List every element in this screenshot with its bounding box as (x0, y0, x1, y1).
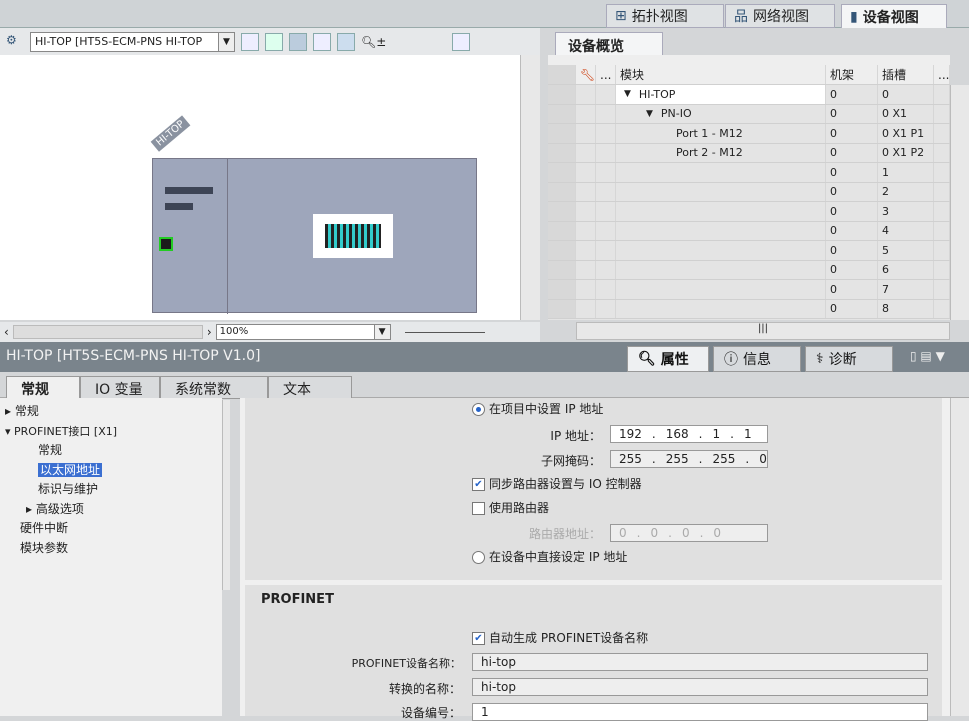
subtab-general[interactable]: 常规 (6, 376, 80, 399)
table-row[interactable]: 01 (548, 163, 950, 183)
expand-icon[interactable]: ▼ (646, 109, 653, 119)
expand-icon[interactable]: ▼ (624, 89, 631, 99)
port-icon[interactable] (159, 237, 173, 251)
table-hscrollbar[interactable]: ||| (576, 322, 950, 340)
table-row[interactable]: 04 (548, 221, 950, 241)
module-name: PN-IO (660, 107, 692, 121)
module-name: Port 1 - M12 (676, 126, 743, 140)
network-icon: 品 (734, 9, 748, 25)
scroll-right-icon[interactable]: › (207, 325, 212, 339)
module-name: HI-TOP (638, 87, 676, 101)
module-image (313, 214, 393, 258)
table-row[interactable]: 06 (548, 260, 950, 280)
info-icon: ⓘ (724, 352, 738, 368)
table-header: 🔧︎... 模块 机架 插槽... (548, 55, 950, 85)
device-canvas[interactable]: HI-TOP (0, 55, 520, 320)
module-name: Port 2 - M12 (676, 146, 743, 160)
radio-set-ip-on-device[interactable]: 在设备中直接设定 IP 地址 (472, 548, 627, 565)
zoom-icon[interactable]: 🔍︎± (361, 35, 386, 49)
device-overview-table: 🔧︎... 模块 机架 插槽... ▼ HI-TOP 0 0 ▼ PN-IO 0 0 X1 Port … (548, 55, 950, 320)
tab-properties[interactable]: 🔍︎ 属性 (627, 346, 709, 372)
table-row[interactable]: ▼ PN-IO 0 0 X1 (548, 104, 950, 124)
show-labels-icon[interactable] (289, 32, 307, 51)
converted-name-field[interactable]: hi-top (472, 678, 928, 696)
scroll-left-icon[interactable]: ‹ (4, 325, 9, 339)
profinet-device-name-field[interactable]: hi-top (472, 653, 928, 671)
profinet-section: PROFINET ✔ 自动生成 PROFINET设备名称 PROFINET设备名称… (245, 585, 942, 721)
filter-icon[interactable]: 🔧︎ (576, 65, 596, 84)
zoom-select[interactable]: 100% ▼ (215, 324, 391, 340)
properties-icon: 🔍︎ (638, 351, 656, 367)
tree-scrollbar[interactable] (222, 400, 230, 590)
tree-item-module-parameters[interactable]: 模块参数 (0, 539, 222, 559)
grid-icon[interactable] (313, 32, 331, 51)
subtab-texts[interactable]: 文本 (268, 376, 352, 399)
tree-item-ethernet-address[interactable]: 以太网地址 (0, 461, 222, 481)
ip-address-field[interactable]: 192. 168. 1. 1 (610, 425, 768, 443)
fit-icon[interactable] (241, 32, 259, 51)
table-icon[interactable] (337, 32, 355, 51)
tab-device-view[interactable]: ▮ 设备视图 (841, 4, 947, 28)
panel-options-icon[interactable]: ▯ ▤ ▼ (910, 349, 945, 363)
table-row[interactable]: 03 (548, 202, 950, 222)
tree-item-general[interactable]: ▸ 常规 (0, 402, 222, 422)
device-rack[interactable] (152, 158, 477, 314)
subnet-mask-field[interactable]: 255. 255. 255. 0 (610, 450, 768, 468)
tree-item-profinet-interface[interactable]: ▾ PROFINET接口 [X1] (0, 422, 222, 442)
device-toolbar: ⚙ HI-TOP [HT5S-ECM-PNS HI-TOP ▼ 🔍︎± (0, 28, 540, 55)
tab-diagnostics[interactable]: ⚕ 诊断 (805, 346, 893, 372)
diagnostics-icon: ⚕ (816, 351, 824, 367)
table-row[interactable]: Port 1 - M12 0 0 X1 P1 (548, 124, 950, 144)
sync-router-checkbox[interactable]: ✔ 同步路由器设置与 IO 控制器 (472, 475, 642, 492)
table-vscrollbar[interactable] (950, 85, 969, 320)
tree-item-hardware-interrupts[interactable]: 硬件中断 (0, 519, 222, 539)
chevron-down-icon[interactable]: ▼ (218, 32, 234, 51)
device-select[interactable]: HI-TOP [HT5S-ECM-PNS HI-TOP ▼ (30, 31, 235, 52)
table-row[interactable]: 08 (548, 299, 950, 319)
auto-name-checkbox[interactable]: ✔ 自动生成 PROFINET设备名称 (472, 629, 648, 646)
ethernet-ip-section: 在项目中设置 IP 地址 IP 地址： 192. 168. 1. 1 子网掩码： 25… (245, 398, 942, 580)
router-address-field[interactable]: 0.0.0.0 (610, 524, 768, 542)
table-row[interactable]: 07 (548, 280, 950, 300)
overview-icon[interactable] (452, 32, 471, 51)
table-row[interactable]: 02 (548, 182, 950, 202)
canvas-hscrollbar[interactable] (12, 325, 203, 339)
device-number-select[interactable]: 1 (472, 703, 928, 721)
table-row[interactable]: Port 2 - M12 0 0 X1 P2 (548, 143, 950, 163)
table-row[interactable]: ▼ HI-TOP 0 0 (548, 85, 950, 105)
subtab-io-tags[interactable]: IO 变量 (80, 376, 160, 399)
tab-info[interactable]: ⓘ 信息 (713, 346, 801, 372)
tree-item-advanced-options[interactable]: ▸ 高级选项 (0, 500, 222, 520)
name-icon[interactable] (265, 32, 283, 51)
subtab-system-constants[interactable]: 系统常数 (160, 376, 268, 399)
tab-topology-view[interactable]: ⊞ 拓扑视图 (606, 4, 724, 28)
property-tree: ▸ 常规 ▾ PROFINET接口 [X1] 常规 以太网地址 标识与维护 ▸ … (0, 398, 222, 716)
add-device-icon[interactable]: ⚙ (6, 33, 24, 51)
tree-item-identification[interactable]: 标识与维护 (0, 480, 222, 500)
content-scrollbar[interactable] (950, 398, 969, 716)
tab-device-overview[interactable]: 设备概览 (555, 32, 663, 56)
table-row[interactable]: 05 (548, 241, 950, 261)
tree-item-interface-general[interactable]: 常规 (0, 441, 222, 461)
zoom-slider[interactable] (404, 331, 485, 333)
tab-network-view[interactable]: 品网络视图 (725, 4, 835, 28)
use-router-checkbox[interactable]: 使用路由器 (472, 499, 549, 516)
topology-icon: ⊞ (615, 8, 627, 24)
device-label: HI-TOP (150, 115, 191, 152)
canvas-vscrollbar[interactable] (520, 55, 540, 320)
device-icon: ▮ (850, 8, 858, 25)
radio-set-ip-in-project[interactable]: 在项目中设置 IP 地址 (472, 400, 603, 417)
